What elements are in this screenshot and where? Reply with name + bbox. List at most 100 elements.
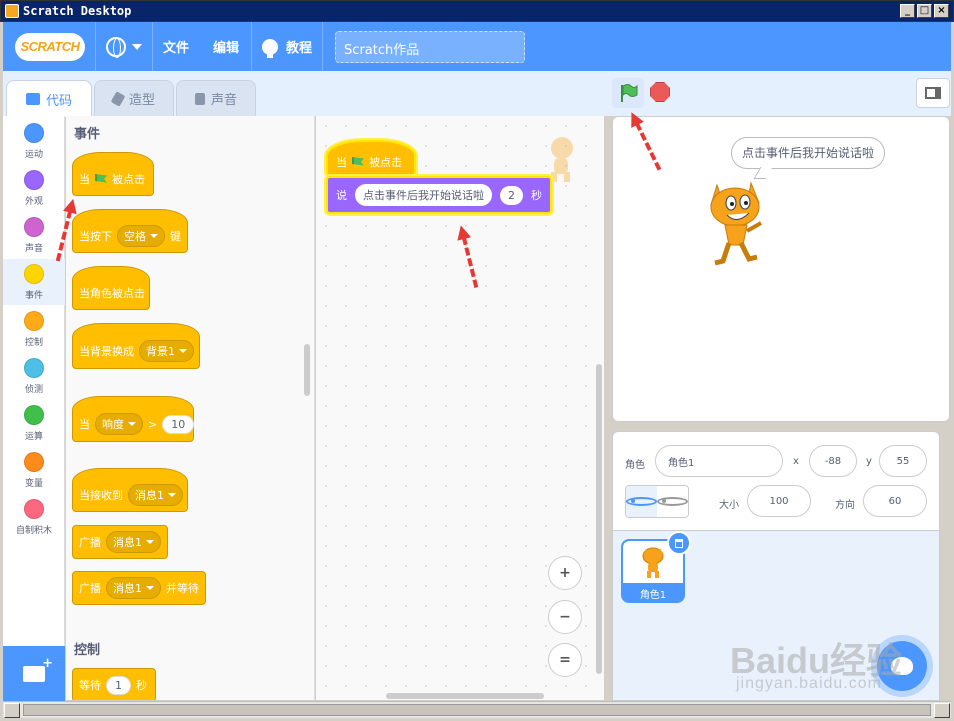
menu-file[interactable]: 文件 xyxy=(163,37,189,56)
zoom-out-icon: − xyxy=(559,609,571,625)
message-dropdown[interactable]: 消息1 xyxy=(106,531,161,553)
zoom-in-button[interactable]: + xyxy=(548,556,582,590)
size-input[interactable]: 100 xyxy=(747,485,811,517)
block-wait-seconds[interactable]: 等待 1 秒 xyxy=(72,668,156,700)
palette-scrollbar[interactable] xyxy=(304,344,310,396)
category-label: 侦测 xyxy=(24,385,43,395)
block-broadcast[interactable]: 广播 消息1 xyxy=(72,525,168,559)
category-dot xyxy=(24,499,44,519)
block-text: 键 xyxy=(170,230,181,243)
category-label: 运算 xyxy=(24,432,43,442)
category-control[interactable]: 控制 xyxy=(3,306,65,352)
loudness-value-input[interactable]: 10 xyxy=(162,414,195,434)
scroll-left-arrow-icon[interactable] xyxy=(4,703,20,718)
stage-layout-button[interactable] xyxy=(916,78,950,108)
block-broadcast-and-wait[interactable]: 广播 消息1 并等待 xyxy=(72,571,206,605)
stop-button[interactable] xyxy=(650,82,670,102)
size-label: 大小 xyxy=(719,500,739,511)
menu-edit[interactable]: 编辑 xyxy=(213,37,239,56)
block-text: 当角色被点击 xyxy=(79,287,145,300)
category-variables[interactable]: 变量 xyxy=(3,447,65,493)
layout-icon xyxy=(925,87,941,99)
window-horizontal-scrollbar[interactable] xyxy=(3,701,951,718)
script-say-for-seconds[interactable]: 说 点击事件后我开始说话啦 2 秒 xyxy=(326,176,552,214)
x-input[interactable]: -88 xyxy=(809,445,857,477)
lightbulb-icon[interactable] xyxy=(262,38,279,58)
logo-text: SCRATCH xyxy=(20,39,80,54)
workspace-horizontal-scrollbar[interactable] xyxy=(386,693,544,699)
cat-sprite[interactable] xyxy=(699,175,769,270)
category-my-blocks[interactable]: 自制积木 xyxy=(3,494,65,540)
category-sound[interactable]: 声音 xyxy=(3,212,65,258)
code-workspace[interactable]: 当 被点击 说 点击事件后我开始说话啦 2 秒 + − = xyxy=(316,116,604,700)
block-when-receive[interactable]: 当接收到 消息1 xyxy=(72,468,188,512)
zoom-out-button[interactable]: − xyxy=(548,600,582,634)
workspace-vertical-scrollbar[interactable] xyxy=(596,364,602,674)
category-operators[interactable]: 运算 xyxy=(3,400,65,446)
eye-off-icon xyxy=(657,497,688,506)
sprite-name-input[interactable]: 角色1 xyxy=(655,445,783,477)
block-when-flag-clicked[interactable]: 当 被点击 xyxy=(72,152,154,196)
delete-sprite-button[interactable] xyxy=(667,531,691,555)
choose-sprite-button[interactable] xyxy=(877,641,927,691)
scrollbar-thumb[interactable] xyxy=(23,704,931,716)
y-input[interactable]: 55 xyxy=(879,445,927,477)
category-menu: 运动 外观 声音 事件 控制 侦测 运算 变量 自制积木 xyxy=(3,116,65,646)
visibility-toggle[interactable] xyxy=(625,485,689,518)
language-globe-icon[interactable] xyxy=(106,36,126,58)
wait-value-input[interactable]: 1 xyxy=(106,675,131,695)
zoom-reset-icon: = xyxy=(559,652,571,668)
extension-icon xyxy=(23,656,53,682)
scratch-logo[interactable]: SCRATCH xyxy=(15,32,85,61)
hide-button[interactable] xyxy=(657,486,688,517)
block-when-sprite-clicked[interactable]: 当角色被点击 xyxy=(72,266,150,310)
block-palette: 事件 当 被点击 当按下 空格 键 当角色被点击 当背景换成 背景1 当 响度 … xyxy=(66,116,315,700)
show-button[interactable] xyxy=(626,486,657,517)
green-flag-button[interactable] xyxy=(612,78,644,108)
menu-divider xyxy=(95,22,96,71)
key-dropdown[interactable]: 空格 xyxy=(117,225,165,247)
close-button[interactable]: × xyxy=(934,4,949,18)
category-label: 控制 xyxy=(24,338,43,348)
minimize-button[interactable]: _ xyxy=(900,4,915,18)
message-dropdown[interactable]: 消息1 xyxy=(128,484,183,506)
add-extension-button[interactable] xyxy=(3,646,65,701)
zoom-reset-button[interactable]: = xyxy=(548,643,582,677)
category-looks[interactable]: 外观 xyxy=(3,165,65,211)
say-seconds-input[interactable]: 2 xyxy=(500,185,523,205)
backdrop-dropdown[interactable]: 背景1 xyxy=(139,340,194,362)
category-dot xyxy=(24,170,44,190)
block-text: 当按下 xyxy=(79,230,112,243)
code-icon xyxy=(25,93,40,105)
loudness-dropdown[interactable]: 响度 xyxy=(95,413,143,435)
operator-text: > xyxy=(148,417,158,431)
language-caret-icon[interactable] xyxy=(132,43,142,50)
menu-bar: SCRATCH 文件 编辑 教程 Scratch作品 xyxy=(3,22,951,71)
category-sensing[interactable]: 侦测 xyxy=(3,353,65,399)
tab-sounds[interactable]: 声音 xyxy=(176,80,256,116)
block-text: 被点击 xyxy=(112,173,145,186)
category-label: 变量 xyxy=(24,479,43,489)
app-icon xyxy=(5,4,19,18)
project-title-input[interactable]: Scratch作品 xyxy=(335,30,526,63)
direction-input[interactable]: 60 xyxy=(863,485,927,517)
menu-tutorials[interactable]: 教程 xyxy=(286,37,312,56)
block-text: 并等待 xyxy=(166,582,199,595)
scroll-right-arrow-icon[interactable] xyxy=(934,703,950,718)
say-text-input[interactable]: 点击事件后我开始说话啦 xyxy=(355,184,492,206)
block-when-backdrop-switches[interactable]: 当背景换成 背景1 xyxy=(72,323,200,369)
category-motion[interactable]: 运动 xyxy=(3,118,65,164)
category-events[interactable]: 事件 xyxy=(3,259,65,305)
tab-code-label: 代码 xyxy=(45,93,72,109)
script-hat-when-flag-clicked[interactable]: 当 被点击 xyxy=(326,140,416,176)
dropdown-value: 响度 xyxy=(102,418,124,431)
dropdown-value: 背景1 xyxy=(146,345,175,358)
block-when-key-pressed[interactable]: 当按下 空格 键 xyxy=(72,209,188,253)
tab-costumes[interactable]: 造型 xyxy=(94,80,174,116)
stage-canvas[interactable]: 点击事件后我开始说话啦 xyxy=(612,116,950,422)
maximize-button[interactable]: □ xyxy=(917,4,932,18)
block-when-loudness[interactable]: 当 响度 > 10 xyxy=(72,396,195,442)
message-dropdown[interactable]: 消息1 xyxy=(106,577,161,599)
window-title: Scratch Desktop xyxy=(23,4,132,18)
tab-code[interactable]: 代码 xyxy=(6,80,92,117)
